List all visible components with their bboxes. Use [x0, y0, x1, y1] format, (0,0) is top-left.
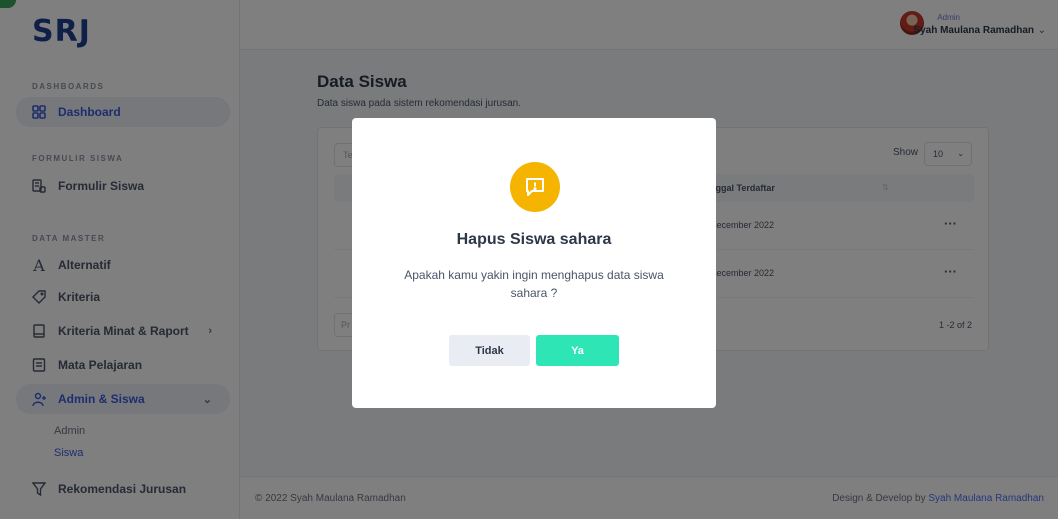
- alert-icon: [510, 162, 560, 212]
- cancel-button[interactable]: Tidak: [449, 335, 530, 366]
- dialog-title: Hapus Siswa sahara: [456, 231, 612, 248]
- delete-confirm-dialog: Hapus Siswa sahara Apakah kamu yakin ing…: [352, 118, 716, 408]
- confirm-button[interactable]: Ya: [536, 335, 619, 366]
- dialog-message: Apakah kamu yakin ingin menghapus data s…: [404, 268, 664, 300]
